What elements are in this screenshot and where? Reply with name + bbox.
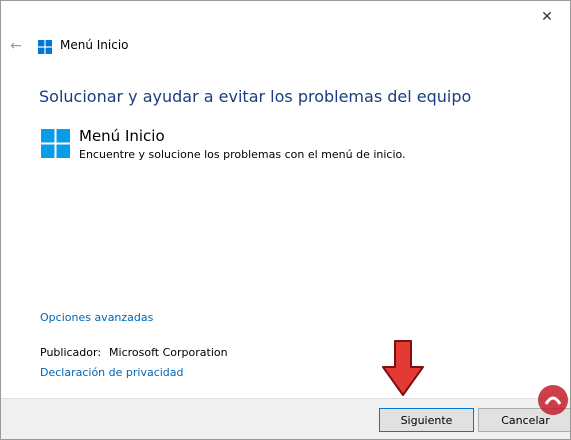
page-heading: Solucionar y ayudar a evitar los problem… bbox=[39, 87, 472, 106]
windows-logo-icon bbox=[38, 39, 52, 58]
advanced-options-link[interactable]: Opciones avanzadas bbox=[40, 311, 153, 324]
publisher-label: Publicador: bbox=[40, 346, 102, 359]
red-arrow-pointer-icon bbox=[381, 339, 425, 401]
publisher-value: Microsoft Corporation bbox=[109, 346, 228, 359]
close-icon: ✕ bbox=[541, 8, 553, 25]
back-arrow-icon: ← bbox=[10, 38, 22, 54]
close-button[interactable]: ✕ bbox=[524, 1, 570, 32]
windows-logo-icon bbox=[41, 129, 70, 162]
troubleshooter-window: ✕ ← Menú Inicio Solucionar y ayudar a ev… bbox=[0, 0, 571, 440]
privacy-statement-link[interactable]: Declaración de privacidad bbox=[40, 366, 184, 379]
back-button[interactable]: ← bbox=[7, 37, 25, 55]
window-title: Menú Inicio bbox=[60, 38, 129, 52]
troubleshooter-description: Encuentre y solucione los problemas con … bbox=[79, 148, 406, 161]
watermark-icon bbox=[536, 383, 570, 421]
publisher-info: Publicador: Microsoft Corporation bbox=[40, 346, 228, 359]
next-button[interactable]: Siguiente bbox=[379, 408, 474, 432]
footer-bar: Siguiente Cancelar bbox=[1, 398, 570, 439]
troubleshooter-title: Menú Inicio bbox=[79, 127, 165, 145]
